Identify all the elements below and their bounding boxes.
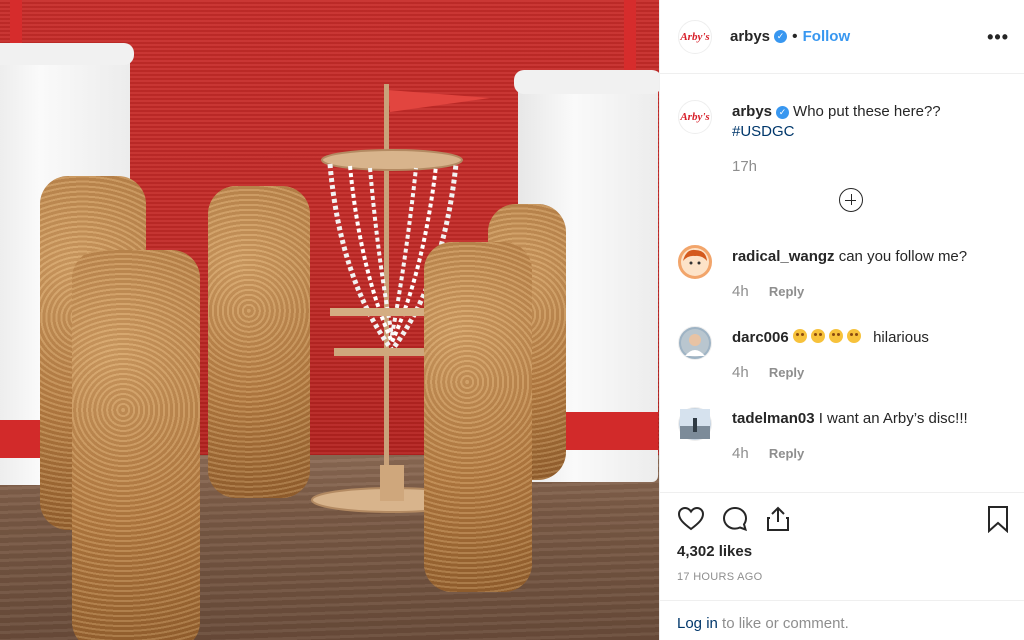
star-struck-emoji-icon bbox=[828, 329, 843, 343]
star-struck-emoji-icon bbox=[792, 329, 807, 343]
login-prompt-text: to like or comment. bbox=[722, 615, 849, 632]
bookmark-icon[interactable] bbox=[984, 505, 1012, 533]
reply-button[interactable]: Reply bbox=[769, 284, 804, 299]
comment-time[interactable]: 4h bbox=[732, 364, 749, 381]
comment-meta: 4h Reply bbox=[732, 445, 804, 462]
arbys-logo: Arby's bbox=[680, 30, 710, 43]
post-actions: 4,302 likes 17 HOURS AGO bbox=[660, 492, 1024, 597]
login-link[interactable]: Log in bbox=[677, 615, 718, 632]
login-prompt: Log in to like or comment. bbox=[660, 600, 1024, 640]
verified-badge-icon: ✓ bbox=[774, 30, 788, 43]
post-photo[interactable] bbox=[0, 0, 659, 640]
mozzarella-stick bbox=[424, 242, 532, 592]
comment-username[interactable]: tadelman03 bbox=[732, 410, 815, 427]
verified-badge-icon: ✓ bbox=[776, 105, 790, 119]
comment-meta: 4h Reply bbox=[732, 283, 804, 300]
caption-username[interactable]: arbys bbox=[732, 103, 772, 120]
mozzarella-stick bbox=[72, 250, 200, 640]
post-sidebar: Arby's arbys ✓ • Follow ••• Arby's arbys… bbox=[659, 0, 1024, 640]
avatar[interactable]: Arby's bbox=[678, 19, 712, 54]
caption-time[interactable]: 17h bbox=[732, 158, 757, 175]
caption-body: arbys ✓ Who put these here?? #USDGC bbox=[732, 102, 1012, 142]
comment-text: can you follow me? bbox=[838, 248, 968, 265]
star-struck-emoji-icon bbox=[846, 329, 861, 343]
comment-text: I want an Arby’s disc!!! bbox=[818, 410, 968, 427]
arbys-logo: Arby's bbox=[680, 111, 710, 123]
reply-button[interactable]: Reply bbox=[769, 365, 804, 380]
avatar[interactable] bbox=[678, 326, 712, 360]
mozzarella-stick bbox=[208, 186, 310, 498]
comment-username[interactable]: radical_wangz bbox=[732, 248, 835, 265]
follow-button[interactable]: Follow bbox=[803, 28, 851, 45]
straw-right bbox=[624, 0, 636, 70]
likes-count[interactable]: 4,302 likes bbox=[677, 543, 752, 560]
avatar[interactable] bbox=[678, 407, 712, 441]
post-header: Arby's arbys ✓ • Follow ••• bbox=[660, 0, 1024, 74]
load-more-comments-icon[interactable] bbox=[839, 188, 863, 212]
comment-icon[interactable] bbox=[721, 505, 749, 533]
comments-section: Arby's arbys ✓ Who put these here?? #USDGC… bbox=[660, 75, 1024, 492]
avatar[interactable] bbox=[678, 245, 712, 279]
hashtag-link[interactable]: #USDGC bbox=[732, 123, 795, 140]
comment-text: hilarious bbox=[873, 329, 929, 346]
comment-time[interactable]: 4h bbox=[732, 445, 749, 462]
comment-username[interactable]: darc006 bbox=[732, 329, 789, 346]
caption-text: Who put these here?? bbox=[793, 103, 941, 120]
star-struck-emoji-icon bbox=[810, 329, 825, 343]
comment-body: tadelman03 I want an Arby’s disc!!! bbox=[732, 409, 1012, 429]
username[interactable]: arbys bbox=[730, 28, 770, 45]
comment-body: darc006 hilarious bbox=[732, 328, 1012, 348]
post-timestamp[interactable]: 17 HOURS AGO bbox=[677, 571, 763, 583]
avatar[interactable]: Arby's bbox=[678, 100, 712, 134]
share-icon[interactable] bbox=[764, 505, 792, 533]
comment-meta: 4h Reply bbox=[732, 364, 804, 381]
comment-time[interactable]: 4h bbox=[732, 283, 749, 300]
reply-button[interactable]: Reply bbox=[769, 446, 804, 461]
heart-icon[interactable] bbox=[677, 505, 705, 533]
more-options-icon[interactable]: ••• bbox=[987, 27, 1009, 48]
dot-separator: • bbox=[792, 27, 798, 45]
comment-body: radical_wangz can you follow me? bbox=[732, 247, 1012, 267]
